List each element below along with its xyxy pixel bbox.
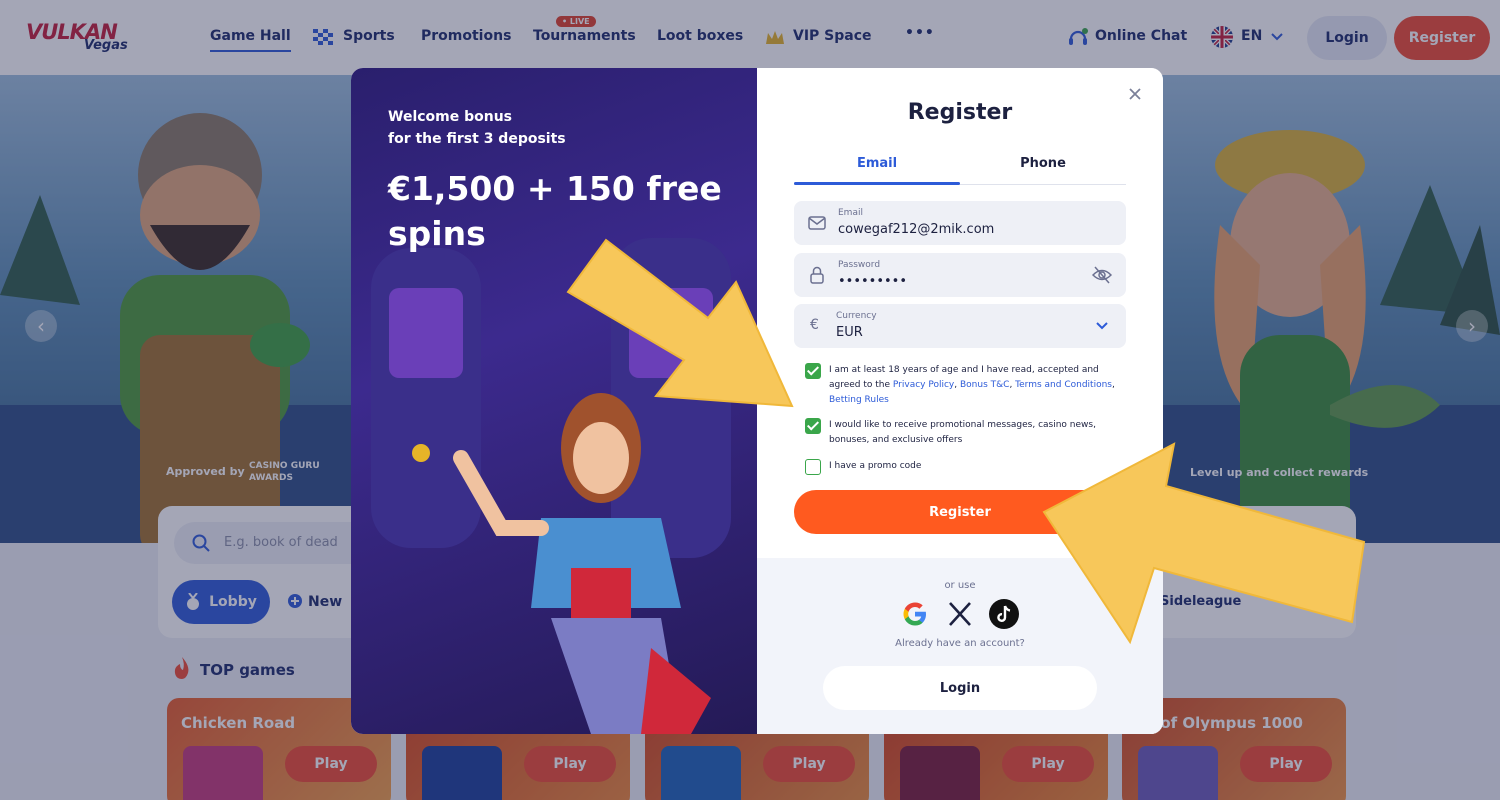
eye-off-icon[interactable] <box>1092 266 1112 284</box>
chevron-down-icon <box>1096 322 1108 330</box>
google-icon[interactable] <box>899 598 931 630</box>
active-tab-indicator <box>794 182 960 185</box>
lock-icon <box>810 266 824 284</box>
modal-login-button[interactable]: Login <box>823 666 1097 710</box>
yellow-arrow-pointing-to-register-button <box>1042 442 1366 645</box>
tab-email[interactable]: Email <box>794 156 960 171</box>
password-value: ••••••••• <box>838 274 908 289</box>
welcome-bonus-subtitle: Welcome bonus for the first 3 deposits <box>388 106 566 150</box>
welcome-bonus-line-2: for the first 3 deposits <box>388 131 566 147</box>
tab-phone[interactable]: Phone <box>960 156 1126 171</box>
currency-select[interactable]: € Currency EUR <box>794 304 1126 348</box>
password-field[interactable]: Password ••••••••• <box>794 253 1126 297</box>
email-label: Email <box>838 208 863 218</box>
currency-value: EUR <box>836 325 863 340</box>
yellow-arrow-pointing-to-checkbox <box>566 238 794 408</box>
email-field[interactable]: Email cowegaf212@2mik.com <box>794 201 1126 245</box>
bonus-tc-link[interactable]: Bonus T&C <box>960 380 1009 390</box>
tiktok-icon[interactable] <box>988 598 1020 630</box>
password-label: Password <box>838 260 881 270</box>
envelope-icon <box>808 216 826 230</box>
age-consent-text: I am at least 18 years of age and I have… <box>829 365 1115 405</box>
currency-label: Currency <box>836 311 877 321</box>
euro-icon: € <box>810 317 819 333</box>
promo-code-checkbox[interactable] <box>805 459 821 475</box>
terms-conditions-link[interactable]: Terms and Conditions <box>1015 380 1112 390</box>
x-twitter-icon[interactable] <box>944 598 976 630</box>
welcome-bonus-line-1: Welcome bonus <box>388 109 513 125</box>
register-title: Register <box>907 100 1013 125</box>
privacy-policy-link[interactable]: Privacy Policy <box>893 380 954 390</box>
betting-rules-link[interactable]: Betting Rules <box>829 395 889 405</box>
email-value: cowegaf212@2mik.com <box>838 222 995 237</box>
